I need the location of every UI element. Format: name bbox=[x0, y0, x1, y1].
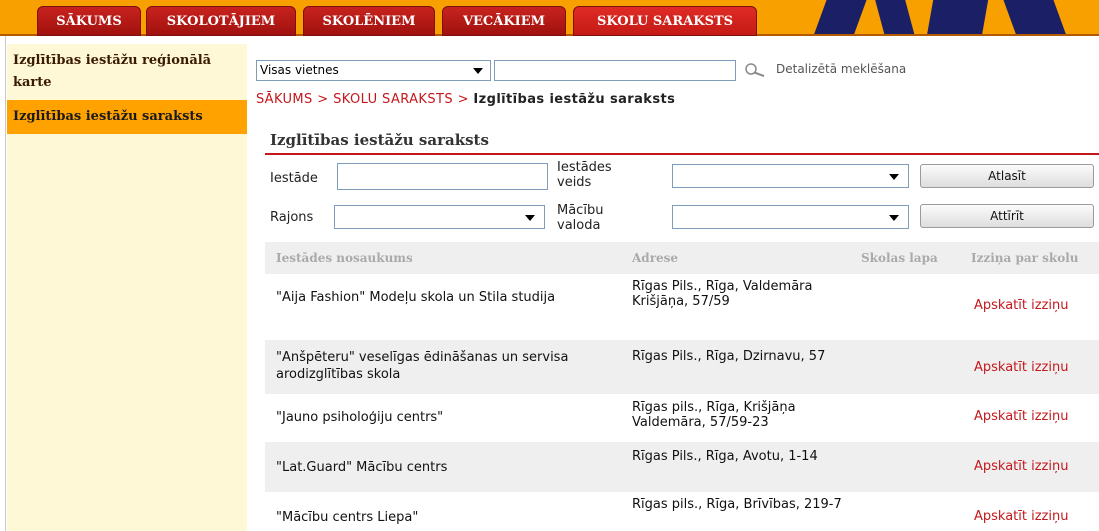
institution-type-select[interactable] bbox=[672, 164, 909, 188]
tab-sakums[interactable]: SĀKUMS bbox=[37, 6, 141, 36]
chevron-down-icon bbox=[889, 215, 899, 221]
institution-name: "Aija Fashion" Modeļu skola un Stila stu… bbox=[276, 290, 556, 305]
header-decoration bbox=[1003, 0, 1067, 36]
table-row: "Mācību centrs Liepa" Rīgas pils., Rīga,… bbox=[265, 492, 1099, 531]
chevron-down-icon bbox=[473, 68, 483, 74]
tab-skoleniem[interactable]: SKOLĒNIEM bbox=[303, 6, 435, 36]
clear-button[interactable]: Attīrīt bbox=[920, 204, 1094, 228]
table-row: "Anšpēteru" veselīgas ēdināšanas un serv… bbox=[265, 340, 1099, 394]
chevron-down-icon bbox=[889, 174, 899, 180]
search-scope-value: Visas vietnes bbox=[260, 63, 339, 77]
institution-address: Rīgas pils., Rīga, Brīvības, 219-7 bbox=[632, 497, 842, 512]
table-row: "Jauno psiholoģiju centrs" Rīgas pils., … bbox=[265, 394, 1099, 442]
table-row: "Aija Fashion" Modeļu skola un Stila stu… bbox=[265, 274, 1099, 340]
institution-type-label: Iestādes veids bbox=[557, 160, 612, 190]
column-header-address[interactable]: Adrese bbox=[632, 251, 678, 265]
breadcrumb-current: Izglītības iestāžu saraksts bbox=[473, 92, 676, 107]
left-frame-border bbox=[0, 36, 6, 531]
tab-skolu-saraksts[interactable]: SKOLU SARAKSTS bbox=[573, 6, 757, 36]
breadcrumb-home[interactable]: SĀKUMS bbox=[256, 92, 313, 107]
top-navigation: SĀKUMS SKOLOTĀJIEM SKOLĒNIEM VECĀKIEM SK… bbox=[0, 0, 1099, 36]
header-decoration bbox=[926, 0, 989, 36]
chevron-down-icon bbox=[525, 215, 535, 221]
view-info-link[interactable]: Apskatīt izziņu bbox=[974, 509, 1068, 524]
view-info-link[interactable]: Apskatīt izziņu bbox=[974, 409, 1068, 424]
institution-name: "Jauno psiholoģiju centrs" bbox=[276, 410, 444, 425]
view-info-link[interactable]: Apskatīt izziņu bbox=[974, 360, 1068, 375]
tab-skolotajiem[interactable]: SKOLOTĀJIEM bbox=[146, 6, 296, 36]
breadcrumb-separator: > bbox=[317, 92, 329, 107]
institution-input[interactable] bbox=[337, 163, 548, 190]
institution-address: Rīgas Pils., Rīga, Valdemāra Krišjāņa, 5… bbox=[632, 279, 813, 309]
breadcrumb: SĀKUMS > SKOLU SARAKSTS > Izglītības ies… bbox=[256, 92, 675, 107]
institution-address: Rīgas Pils., Rīga, Dzirnavu, 57 bbox=[632, 349, 826, 364]
tab-vecakiem[interactable]: VECĀKIEM bbox=[442, 6, 566, 36]
sidebar: Izglītības iestāžu reģionālā karte Izglī… bbox=[7, 44, 247, 531]
detailed-search-link[interactable]: Detalizētā meklēšana bbox=[776, 62, 906, 76]
column-header-name[interactable]: Iestādes nosaukums bbox=[276, 251, 413, 265]
district-select[interactable] bbox=[334, 205, 545, 229]
sidebar-item-institution-list[interactable]: Izglītības iestāžu saraksts bbox=[7, 100, 247, 134]
institution-name: "Lat.Guard" Mācību centrs bbox=[276, 460, 448, 475]
table-row: "Lat.Guard" Mācību centrs Rīgas Pils., R… bbox=[265, 442, 1099, 492]
view-info-link[interactable]: Apskatīt izziņu bbox=[974, 298, 1068, 313]
title-divider bbox=[265, 153, 1099, 155]
breadcrumb-section[interactable]: SKOLU SARAKSTS bbox=[333, 92, 453, 107]
search-icon[interactable] bbox=[744, 62, 768, 78]
search-scope-select[interactable]: Visas vietnes bbox=[256, 60, 491, 81]
district-label: Rajons bbox=[270, 210, 314, 225]
institution-name: "Anšpēteru" veselīgas ēdināšanas un serv… bbox=[276, 350, 569, 382]
sidebar-item-regional-map[interactable]: Izglītības iestāžu reģionālā karte bbox=[7, 44, 247, 100]
column-header-info[interactable]: Izziņa par skolu bbox=[971, 251, 1079, 265]
breadcrumb-separator: > bbox=[457, 92, 469, 107]
header-decoration bbox=[875, 0, 915, 36]
column-header-school-page[interactable]: Skolas lapa bbox=[861, 251, 938, 265]
page-title: Izglītības iestāžu saraksts bbox=[270, 131, 489, 149]
institution-address: Rīgas pils., Rīga, Krišjāņa Valdemāra, 5… bbox=[632, 400, 796, 430]
select-button[interactable]: Atlasīt bbox=[920, 164, 1094, 188]
search-input[interactable] bbox=[494, 60, 736, 81]
institution-name: "Mācību centrs Liepa" bbox=[276, 510, 419, 525]
institution-address: Rīgas Pils., Rīga, Avotu, 1-14 bbox=[632, 449, 818, 464]
language-select[interactable] bbox=[672, 205, 909, 229]
language-label: Mācību valoda bbox=[557, 203, 604, 233]
header-decoration bbox=[813, 0, 867, 36]
table-header: Iestādes nosaukums Adrese Skolas lapa Iz… bbox=[265, 242, 1099, 274]
institution-label: Iestāde bbox=[270, 171, 318, 186]
view-info-link[interactable]: Apskatīt izziņu bbox=[974, 459, 1068, 474]
